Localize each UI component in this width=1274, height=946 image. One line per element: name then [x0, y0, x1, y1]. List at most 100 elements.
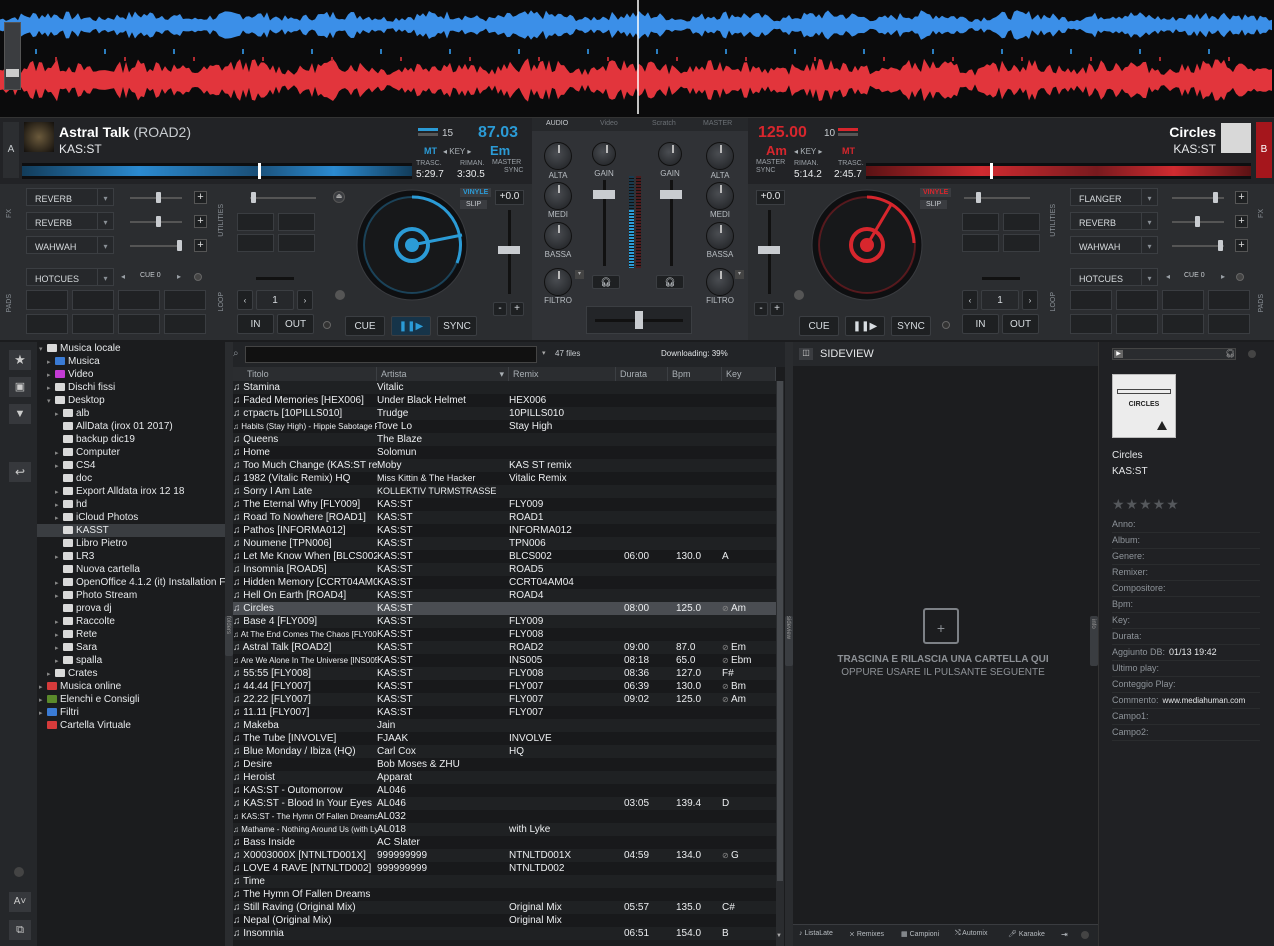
deck-a-hotcue-pad[interactable] — [164, 314, 206, 334]
deck-b-master-label[interactable]: MASTER — [756, 159, 785, 166]
deck-a-util-pad[interactable] — [237, 234, 274, 252]
deck-a-cue-prev[interactable]: ◂ — [121, 272, 125, 281]
folder-tree[interactable]: ▾ Musica locale ▸ Musica ▸ Video ▸ Dischi fissi… — [37, 342, 225, 946]
table-row[interactable]: ♫ 44.44 [FLY007] KAS:ST FLY007 06:39 130.0 ⊘ … — [233, 680, 776, 693]
deck-a-loop-in-button[interactable]: IN — [237, 314, 274, 334]
sideview-handle[interactable]: sideview — [785, 616, 793, 666]
deck-a-play-button[interactable]: ❚❚▶ — [391, 316, 431, 336]
expand-icon[interactable]: ▸ — [55, 408, 63, 420]
deck-b-pitch-minus-button[interactable]: - — [754, 302, 768, 316]
tab-automix[interactable]: ⤭ Automix — [955, 930, 987, 938]
table-row[interactable]: ♫ Are We Alone In The Universe [INS005] K… — [233, 654, 776, 667]
deck-b-gain-knob[interactable] — [658, 142, 682, 166]
table-row[interactable]: ♫ 11.11 [FLY007] KAS:ST FLY007 — [233, 706, 776, 719]
deck-a-mode[interactable]: MT — [424, 146, 437, 156]
table-row[interactable]: ♫ Let Me Know When [BLCS002] KAS:ST BLCS00… — [233, 550, 776, 563]
deck-b-loop-option[interactable] — [942, 321, 950, 329]
table-row[interactable]: ♫ Too Much Change (KAS:ST remix)Moby KAS … — [233, 459, 776, 472]
folder-add-icon[interactable]: ▣ — [9, 377, 31, 397]
tree-item[interactable]: ▸ alb — [37, 407, 225, 420]
deck-a-key[interactable]: Em — [490, 143, 510, 158]
table-row[interactable]: ♫ X0003000X [NTNLTD001X] 999999999 NTNLTD0… — [233, 849, 776, 862]
table-row[interactable]: ♫ KAS:ST - Blood In Your Eyes AL046 03:05 1… — [233, 797, 776, 810]
deck-a-loop-value[interactable]: 1 — [256, 290, 294, 310]
deck-b-pads-option[interactable] — [1236, 273, 1244, 281]
col-key[interactable]: Key — [722, 367, 776, 381]
folder-add-icon[interactable]: + — [923, 608, 959, 644]
deck-a-sync-label[interactable]: SYNC — [504, 167, 523, 174]
back-icon[interactable]: ↩ — [9, 462, 31, 482]
tree-item[interactable]: ▸ iCloud Photos — [37, 511, 225, 524]
tree-item[interactable]: ▸ Computer — [37, 446, 225, 459]
deck-b-letter[interactable]: B — [1256, 122, 1272, 178]
tree-item[interactable]: ▸ Musica — [37, 355, 225, 368]
info-field[interactable]: Album: — [1112, 535, 1260, 549]
deck-b-mini-waveform[interactable] — [866, 163, 1251, 179]
deck-b-util-pad[interactable] — [962, 234, 999, 252]
mixer-tab-audio[interactable]: AUDIO — [546, 120, 568, 127]
table-row[interactable]: ♫ Faded Memories [HEX006] Under Black Hel… — [233, 394, 776, 407]
tree-item[interactable]: prova dj — [37, 602, 225, 615]
waveform-zoom-slider[interactable] — [4, 22, 21, 90]
table-row[interactable]: ♫ Queens The Blaze — [233, 433, 776, 446]
deck-b-util-pad[interactable] — [962, 213, 999, 231]
deck-b-loop-out-button[interactable]: OUT — [1002, 314, 1039, 334]
window-icon[interactable]: ⧉ — [9, 920, 31, 940]
tree-item[interactable]: ▸ spalla — [37, 654, 225, 667]
tab-karaoke[interactable]: 🎤︎ Karaoke — [1008, 930, 1045, 938]
deck-b-pitch-value[interactable]: +0.0 — [756, 190, 785, 205]
deck-b-key[interactable]: Am — [766, 143, 787, 158]
deck-a-cue-select[interactable]: CUE 0 — [140, 272, 161, 279]
info-field[interactable]: Bpm: — [1112, 599, 1260, 613]
expand-icon[interactable]: ▸ — [55, 460, 63, 472]
expand-icon[interactable]: ▾ — [39, 343, 47, 355]
deck-a-hotcue-pad[interactable] — [26, 314, 68, 334]
search-input[interactable] — [245, 346, 537, 363]
table-row[interactable]: ♫ Hidden Memory [CCRT04AM04] KAS:ST CCRT04… — [233, 576, 776, 589]
tree-item[interactable]: ▸ Dischi fissi — [37, 381, 225, 394]
expand-icon[interactable]: ▸ — [55, 486, 63, 498]
tree-item[interactable]: ▸ Elenchi e Consigli — [37, 693, 225, 706]
deck-a-loop-option[interactable] — [323, 321, 331, 329]
table-row[interactable]: ♫ Insomnia 06:51 154.0 B — [233, 927, 776, 940]
deck-a-eq-high-knob[interactable] — [544, 142, 572, 170]
expand-icon[interactable]: ▸ — [47, 668, 55, 680]
deck-a-hotcue-pad[interactable] — [164, 290, 206, 310]
deck-b-fx1-select[interactable]: FLANGER ▾ — [1070, 188, 1158, 206]
mixer-tab-video[interactable]: Video — [600, 120, 618, 127]
table-row[interactable]: ♫ Sorry I Am Late KOLLEKTIV TURMSTRASSE — [233, 485, 776, 498]
deck-a-bpm[interactable]: 87.03 — [478, 124, 518, 142]
deck-b-hotcue-pad[interactable] — [1070, 290, 1112, 310]
table-row[interactable]: ♫ Still Raving (Original Mix) Original Mi… — [233, 901, 776, 914]
deck-a-util-pad[interactable] — [237, 213, 274, 231]
deck-a-filter-knob[interactable] — [544, 268, 572, 296]
deck-b-headphone-button[interactable]: 🎧︎ — [656, 275, 684, 289]
col-durata[interactable]: Durata — [616, 367, 668, 381]
deck-a-hotcue-pad[interactable] — [118, 314, 160, 334]
table-row[interactable]: ♫ The Hymn Of Fallen Dreams — [233, 888, 776, 901]
table-row[interactable]: ♫ Base 4 [FLY009] KAS:ST FLY009 — [233, 615, 776, 628]
deck-b-filter-knob[interactable] — [706, 268, 734, 296]
waveform-canvas[interactable] — [0, 0, 1274, 118]
deck-b-cue-prev[interactable]: ◂ — [1166, 272, 1170, 281]
font-size-icon[interactable]: A˅ — [9, 892, 31, 912]
deck-b-fx3-add-button[interactable]: + — [1235, 239, 1248, 252]
deck-b-vinyl-button[interactable]: VINYLE — [920, 188, 952, 197]
deck-a-pads-option[interactable] — [194, 273, 202, 281]
table-row[interactable]: ♫ Stamina Vitalic — [233, 381, 776, 394]
expand-icon[interactable]: ▸ — [55, 616, 63, 628]
track-list[interactable]: ♫ Stamina Vitalic ♫ Faded Memories [HEX006… — [233, 381, 776, 940]
deck-a-gain-knob[interactable] — [592, 142, 616, 166]
table-row[interactable]: ♫ Desire Bob Moses & ZHU — [233, 758, 776, 771]
info-field[interactable]: Commento: www.mediahuman.com — [1112, 695, 1260, 709]
deck-a-fx2-add-button[interactable]: + — [194, 215, 207, 228]
deck-a-master-label[interactable]: MASTER — [492, 159, 521, 166]
info-field[interactable]: Genere: — [1112, 551, 1260, 565]
deck-a-fx1-add-button[interactable]: + — [194, 191, 207, 204]
table-row[interactable]: ♫ Pathos [INFORMA012] KAS:ST INFORMA012 — [233, 524, 776, 537]
options-icon[interactable] — [14, 867, 24, 877]
deck-b-sync-button[interactable]: SYNC — [891, 316, 931, 336]
tree-item[interactable]: ▸ Video — [37, 368, 225, 381]
table-row[interactable]: ♫ The Eternal Why [FLY009] KAS:ST FLY009 — [233, 498, 776, 511]
deck-a-sync-button[interactable]: SYNC — [437, 316, 477, 336]
